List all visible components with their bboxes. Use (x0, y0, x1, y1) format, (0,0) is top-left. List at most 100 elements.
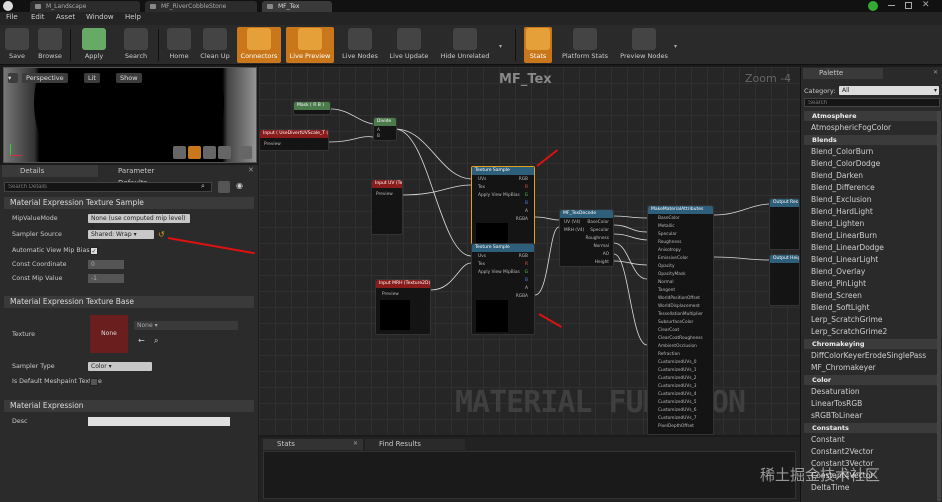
viewport-options-button[interactable]: ▾ (8, 73, 18, 83)
clean-up-button[interactable]: Clean Up (197, 27, 233, 63)
sampler-type-dropdown[interactable]: Color ▾ (88, 362, 152, 371)
menu-help[interactable]: Help (125, 13, 141, 21)
search-details-input[interactable] (4, 182, 212, 192)
palette-item[interactable]: Blend_LinearLight (811, 255, 878, 264)
palette-item[interactable]: Blend_SoftLight (811, 303, 870, 312)
section-texture-base[interactable]: Material Expression Texture Base (4, 296, 254, 308)
apply-button[interactable]: Apply (78, 27, 110, 63)
preview-shape-cube-button[interactable] (218, 146, 231, 159)
node-mf-texdecode[interactable]: MF_TexDecode UV (V4) MRH (V4) BaseColor … (559, 209, 614, 267)
preview-shape-mesh-button[interactable] (239, 146, 252, 159)
mip-value-mode-dropdown[interactable]: None (use computed mip level) ▾ (88, 214, 190, 231)
tab-m-landscape[interactable]: M_Landscape (30, 1, 140, 12)
close-tab-icon[interactable]: ✕ (933, 69, 938, 76)
tab-details[interactable]: Details (2, 165, 98, 177)
section-material-expression[interactable]: Material Expression (4, 400, 254, 412)
palette-category[interactable]: Blends (804, 135, 940, 145)
preview-viewport[interactable]: ▾ Perspective Lit Show (3, 67, 257, 163)
palette-scrollbar[interactable] (937, 111, 941, 501)
reset-to-default-icon[interactable]: ↺ (158, 230, 165, 239)
close-button[interactable]: ✕ (922, 0, 930, 10)
palette-search-input[interactable] (804, 98, 940, 107)
palette-item[interactable]: Blend_Screen (811, 291, 862, 300)
view-options-button[interactable] (218, 181, 230, 193)
browse-search-icon[interactable]: ⌕ (154, 336, 158, 346)
desc-input[interactable] (88, 417, 230, 426)
palette-item[interactable]: sRGBToLinear (811, 411, 862, 420)
palette-category[interactable]: Atmosphere (804, 111, 940, 121)
preview-shape-plane-button[interactable] (203, 146, 216, 159)
node-input-uv-texture[interactable]: Input UV (Texture2D) Preview (371, 179, 403, 235)
palette-item[interactable]: AtmosphericFogColor (811, 123, 891, 132)
palette-category[interactable]: Color (804, 375, 940, 385)
node-make-material-attributes[interactable]: MakeMaterialAttributes BaseColor Metallic… (647, 205, 714, 435)
palette-item[interactable]: Blend_ColorDodge (811, 159, 880, 168)
stats-button[interactable]: Stats (524, 27, 552, 63)
live-nodes-button[interactable]: Live Nodes (339, 27, 381, 63)
close-tab-icon[interactable]: ✕ (248, 166, 254, 174)
connectors-button[interactable]: Connectors (237, 27, 281, 63)
node-input-uvscale[interactable]: Input ( UseDivertUVScale_T (Scalar) ) Pre… (259, 129, 329, 151)
palette-item[interactable]: DiffColorKeyerErodeSinglePass (811, 351, 926, 360)
default-meshpaint-checkbox[interactable] (90, 378, 98, 386)
preview-nodes-button[interactable]: Preview Nodes (616, 27, 672, 63)
show-button[interactable]: Show (116, 73, 142, 83)
chevron-down-icon[interactable]: ▾ (674, 43, 677, 50)
node-output-height[interactable]: Output Height (769, 254, 800, 306)
palette-category[interactable]: Constants (804, 423, 940, 433)
node-mask[interactable]: Mask ( R B ) (293, 101, 331, 115)
search-button[interactable]: Search (120, 27, 152, 63)
const-coordinate-input[interactable]: 0 (88, 260, 124, 269)
palette-item[interactable]: Blend_ColorBurn (811, 147, 873, 156)
close-tab-icon[interactable]: ✕ (353, 440, 358, 447)
menu-asset[interactable]: Asset (56, 13, 75, 21)
tab-mf-tex[interactable]: MF_Tex (262, 1, 332, 12)
palette-item[interactable]: Lerp_ScratchGrime2 (811, 327, 887, 336)
palette-item[interactable]: Blend_Difference (811, 183, 875, 192)
texture-asset-dropdown[interactable]: None ▾ (134, 321, 238, 330)
node-input-mrh-texture[interactable]: Input MRH (Texture2D) Preview (375, 279, 431, 335)
palette-item[interactable]: Blend_LinearBurn (811, 231, 877, 240)
palette-item[interactable]: Blend_Lighten (811, 219, 864, 228)
palette-item[interactable]: Constant2Vector (811, 447, 873, 456)
section-texture-sample[interactable]: Material Expression Texture Sample (4, 197, 254, 209)
palette-item[interactable]: Blend_Darken (811, 171, 863, 180)
automatic-view-mip-bias-checkbox[interactable]: ✓ (90, 247, 98, 255)
perspective-button[interactable]: Perspective (22, 73, 68, 83)
palette-item[interactable]: Blend_HardLight (811, 207, 873, 216)
palette-item[interactable]: Blend_LinearDodge (811, 243, 884, 252)
menu-window[interactable]: Window (86, 13, 114, 21)
node-output-res[interactable]: Output Res (769, 198, 800, 250)
tab-find-results[interactable]: Find Results (365, 439, 465, 450)
preview-shape-sphere-button[interactable] (188, 146, 201, 159)
tab-parameter-defaults[interactable]: Parameter Defaults (100, 165, 180, 187)
tab-stats[interactable]: Stats (263, 439, 363, 450)
visibility-eye-icon[interactable]: ◉ (236, 181, 243, 190)
palette-item[interactable]: Blend_PinLight (811, 279, 866, 288)
home-button[interactable]: Home (165, 27, 193, 63)
palette-item[interactable]: MF_Chromakeyer (811, 363, 876, 372)
maximize-button[interactable] (905, 2, 912, 9)
texture-thumbnail[interactable]: None (90, 315, 128, 353)
node-divide[interactable]: Divide A B (373, 117, 397, 141)
palette-item[interactable]: Blend_Exclusion (811, 195, 871, 204)
hide-unrelated-button[interactable]: Hide Unrelated (437, 27, 493, 63)
palette-item[interactable]: Lerp_ScratchGrime (811, 315, 883, 324)
menu-file[interactable]: File (6, 13, 18, 21)
category-dropdown[interactable]: All ▾ (839, 86, 939, 95)
platform-stats-button[interactable]: Platform Stats (558, 27, 612, 63)
preview-shape-cylinder-button[interactable] (173, 146, 186, 159)
tab-mf-rivercobblestone[interactable]: MF_RiverCobbleStone (145, 1, 257, 12)
sampler-source-dropdown[interactable]: Shared: Wrap ▾ (88, 230, 154, 239)
palette-category[interactable]: Chromakeying (804, 339, 940, 349)
minimize-button[interactable] (888, 5, 895, 6)
const-mip-value-input[interactable]: -1 (88, 274, 124, 283)
node-texture-sample-2[interactable]: Texture Sample Uvs Tex Apply View MipBia… (471, 243, 535, 335)
browse-button[interactable]: Browse (34, 27, 66, 63)
palette-item[interactable]: Desaturation (811, 387, 860, 396)
save-button[interactable]: Save (3, 27, 31, 63)
tab-palette[interactable]: Palette (803, 68, 883, 79)
live-preview-button[interactable]: Live Preview (286, 27, 334, 63)
menu-edit[interactable]: Edit (31, 13, 45, 21)
palette-item[interactable]: Blend_Overlay (811, 267, 865, 276)
